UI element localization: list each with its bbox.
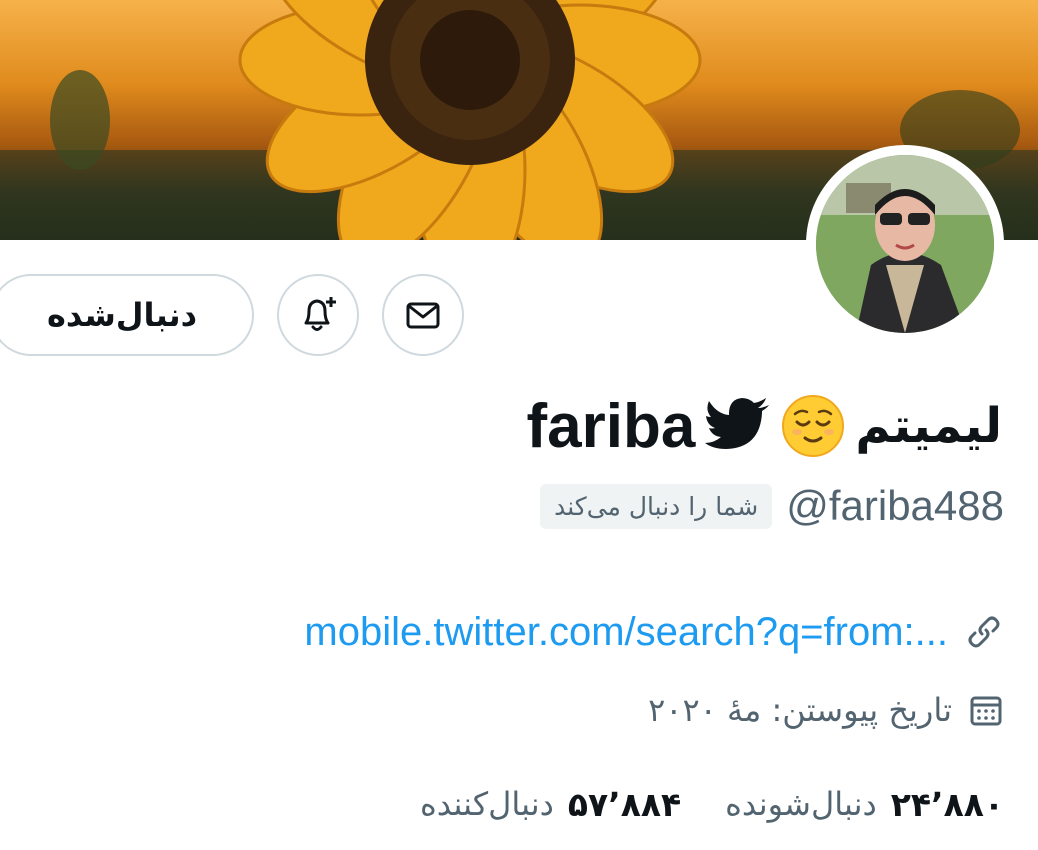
- website-link[interactable]: mobile.twitter.com/search?q=from:...: [304, 610, 948, 655]
- join-date: تاریخ پیوستن: مهٔ ۲۰۲۰: [648, 691, 952, 729]
- twitter-bird-icon: [705, 398, 770, 449]
- avatar[interactable]: [816, 155, 994, 333]
- avatar-photo: [816, 155, 994, 333]
- followers-count: ۵۷٬۸۸۴: [567, 784, 682, 824]
- following-stat[interactable]: ۲۴٬۸۸۰ دنبال‌شونده: [725, 785, 1004, 824]
- following-button-label: دنبال‌شده: [46, 296, 198, 334]
- bell-plus-icon: [304, 297, 336, 331]
- message-button[interactable]: [382, 274, 464, 356]
- followers-stat[interactable]: ۵۷٬۸۸۴ دنبال‌کننده: [420, 785, 681, 824]
- display-name-persian: لیمیتم: [855, 398, 1002, 454]
- notifications-button[interactable]: [277, 274, 359, 356]
- follows-you-badge: شما را دنبال می‌کند: [540, 483, 773, 529]
- envelope-icon: [406, 302, 440, 329]
- display-name: لیمیتم fariba: [527, 388, 1002, 464]
- calendar-icon: [970, 696, 1002, 726]
- handle-row: @fariba488 شما را دنبال می‌کند: [540, 478, 1004, 534]
- following-button[interactable]: دنبال‌شده: [0, 274, 254, 356]
- display-name-latin: fariba: [526, 391, 696, 461]
- following-count: ۲۴٬۸۸۰: [890, 784, 1004, 824]
- followers-label: دنبال‌کننده: [419, 785, 554, 823]
- user-handle: @fariba488: [786, 482, 1004, 529]
- relieved-face-emoji: [782, 395, 845, 457]
- follow-stats: ۲۴٬۸۸۰ دنبال‌شونده ۵۷٬۸۸۴ دنبال‌کننده: [420, 776, 1004, 832]
- following-label: دنبال‌شونده: [725, 785, 877, 823]
- website-row: mobile.twitter.com/search?q=from:...: [304, 604, 1004, 660]
- link-icon: [968, 616, 1000, 648]
- join-date-row: تاریخ پیوستن: مهٔ ۲۰۲۰: [648, 682, 1004, 738]
